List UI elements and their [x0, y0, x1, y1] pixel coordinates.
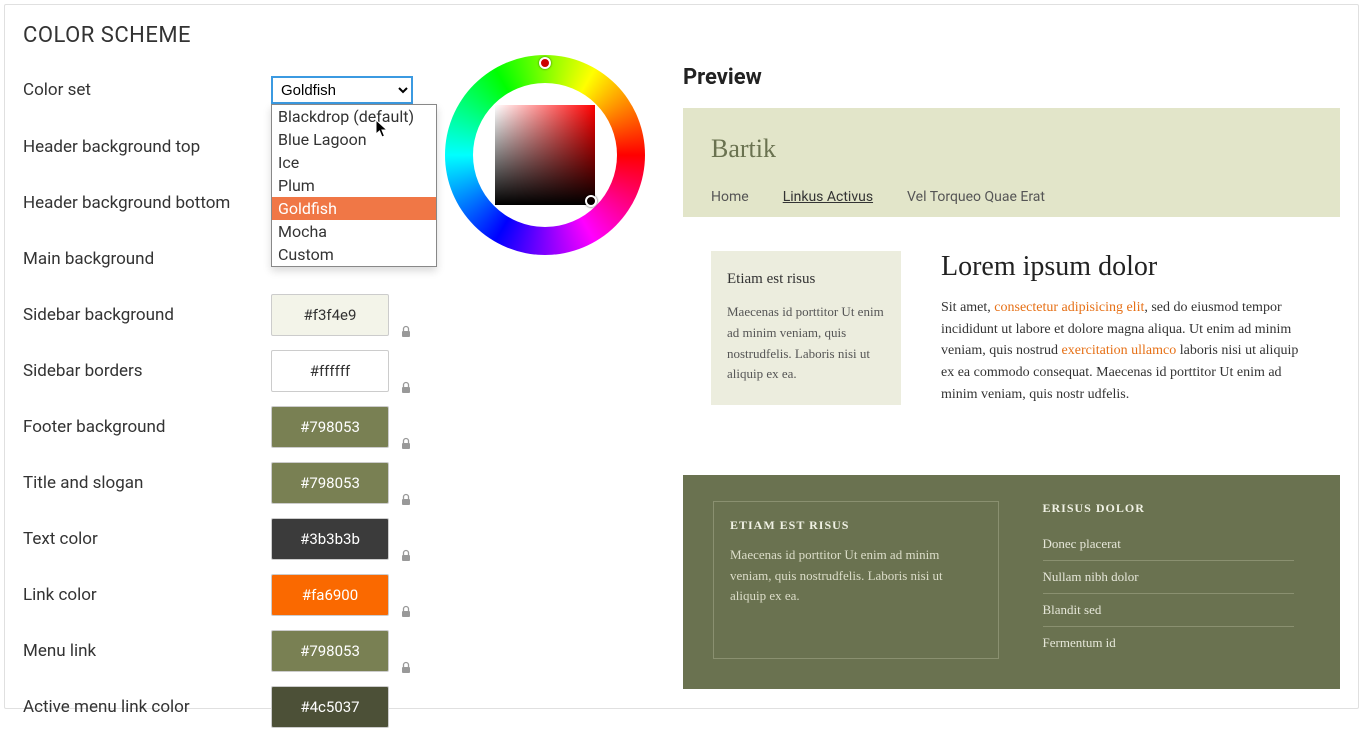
color-field-label: Sidebar borders — [23, 361, 271, 381]
color-swatch[interactable]: #ffffff — [271, 350, 389, 392]
lock-icon[interactable] — [399, 380, 413, 394]
preview-nav-item[interactable]: Vel Torqueo Quae Erat — [907, 189, 1045, 205]
color-set-label: Color set — [23, 80, 271, 100]
preview-heading: Preview — [683, 65, 1340, 90]
preview-link[interactable]: exercitation ullamco — [1062, 343, 1177, 358]
lock-icon[interactable] — [399, 324, 413, 338]
lock-icon[interactable] — [399, 548, 413, 562]
lock-icon[interactable] — [399, 660, 413, 674]
lock-icon[interactable] — [399, 604, 413, 618]
color-field-row: Text color#3b3b3b — [23, 515, 443, 563]
color-field-label: Active menu link color — [23, 697, 271, 717]
color-set-select[interactable]: Goldfish — [271, 76, 413, 104]
preview-nav-item[interactable]: Linkus Activus — [783, 189, 873, 205]
color-field-row: Sidebar background#f3f4e9 — [23, 291, 443, 339]
hue-handle[interactable] — [539, 57, 551, 69]
preview-sidebar-body: Maecenas id porttitor Ut enim ad minim v… — [727, 302, 885, 385]
color-field-row: Sidebar borders#ffffff — [23, 347, 443, 395]
preview-main: Etiam est risus Maecenas id porttitor Ut… — [683, 217, 1340, 439]
color-swatch[interactable]: #fa6900 — [271, 574, 389, 616]
saturation-value-square[interactable] — [495, 105, 595, 205]
preview-sidebar-title: Etiam est risus — [727, 271, 885, 288]
color-set-option[interactable]: Goldfish — [272, 197, 436, 220]
color-swatch[interactable]: #4c5037 — [271, 686, 389, 728]
color-set-dropdown-list[interactable]: Blackdrop (default)Blue LagoonIcePlumGol… — [271, 104, 437, 267]
color-field-row: Active menu link color#4c5037 — [23, 683, 443, 731]
sv-handle[interactable] — [585, 195, 597, 207]
color-set-option[interactable]: Ice — [272, 151, 436, 174]
content-text: Sit amet, — [941, 300, 994, 315]
color-field-label: Menu link — [23, 641, 271, 661]
left-column: Color set Goldfish Blackdrop (default)Bl… — [23, 73, 443, 739]
footer-list-item[interactable]: Blandit sed — [1043, 594, 1295, 627]
color-field-row: Footer background#798053 — [23, 403, 443, 451]
footer-left-body: Maecenas id porttitor Ut enim ad minim v… — [730, 545, 982, 605]
color-field-row: Link color#fa6900 — [23, 571, 443, 619]
color-wheel[interactable] — [445, 55, 645, 255]
preview-sidebar: Etiam est risus Maecenas id porttitor Ut… — [711, 251, 901, 405]
preview-content-title: Lorem ipsum dolor — [941, 251, 1312, 283]
color-swatch[interactable]: #798053 — [271, 406, 389, 448]
footer-list-item[interactable]: Fermentum id — [1043, 627, 1295, 659]
footer-block-right: ERISUS DOLOR Donec placeratNullam nibh d… — [1027, 501, 1311, 659]
preview-sitename: Bartik — [711, 134, 1312, 164]
color-set-option[interactable]: Plum — [272, 174, 436, 197]
preview-nav: Home Linkus Activus Vel Torqueo Quae Erat — [683, 178, 1340, 217]
preview-footer: ETIAM EST RISUS Maecenas id porttitor Ut… — [683, 475, 1340, 689]
preview-content-body: Sit amet, consectetur adipisicing elit, … — [941, 297, 1312, 405]
preview-content: Lorem ipsum dolor Sit amet, consectetur … — [941, 251, 1312, 405]
lock-icon[interactable] — [399, 492, 413, 506]
color-field-label: Header background bottom — [23, 193, 271, 213]
footer-left-title: ETIAM EST RISUS — [730, 518, 982, 533]
color-set-dropdown-wrap: Goldfish Blackdrop (default)Blue LagoonI… — [271, 76, 413, 104]
preview-header: Bartik — [683, 108, 1340, 178]
panel-title: COLOR SCHEME — [23, 23, 1340, 48]
color-set-option[interactable]: Blue Lagoon — [272, 128, 436, 151]
color-field-label: Sidebar background — [23, 305, 271, 325]
color-field-label: Header background top — [23, 137, 271, 157]
color-field-label: Link color — [23, 585, 271, 605]
color-picker[interactable] — [445, 55, 645, 255]
color-field-row: Title and slogan#798053 — [23, 459, 443, 507]
lock-icon[interactable] — [399, 436, 413, 450]
color-scheme-panel: COLOR SCHEME Color set Goldfish Blackdro… — [4, 4, 1359, 709]
color-swatch[interactable]: #f3f4e9 — [271, 294, 389, 336]
color-field-label: Main background — [23, 249, 271, 269]
footer-list-item[interactable]: Nullam nibh dolor — [1043, 561, 1295, 594]
footer-right-title: ERISUS DOLOR — [1043, 501, 1295, 516]
color-swatch[interactable]: #798053 — [271, 462, 389, 504]
footer-list: Donec placeratNullam nibh dolorBlandit s… — [1043, 528, 1295, 659]
color-swatch[interactable]: #3b3b3b — [271, 518, 389, 560]
preview-nav-item[interactable]: Home — [711, 189, 749, 205]
footer-block-left: ETIAM EST RISUS Maecenas id porttitor Ut… — [713, 501, 999, 659]
color-set-option[interactable]: Custom — [272, 243, 436, 266]
color-set-row: Color set Goldfish Blackdrop (default)Bl… — [23, 73, 443, 107]
color-field-label: Footer background — [23, 417, 271, 437]
preview-box: Bartik Home Linkus Activus Vel Torqueo Qua… — [683, 108, 1340, 439]
color-field-row: Menu link#798053 — [23, 627, 443, 675]
color-set-option[interactable]: Blackdrop (default) — [272, 105, 436, 128]
color-set-option[interactable]: Mocha — [272, 220, 436, 243]
color-field-label: Title and slogan — [23, 473, 271, 493]
preview-link[interactable]: consectetur adipisicing elit — [994, 300, 1144, 315]
color-swatch[interactable]: #798053 — [271, 630, 389, 672]
footer-list-item[interactable]: Donec placerat — [1043, 528, 1295, 561]
preview-column: Preview Bartik Home Linkus Activus Vel Tor… — [683, 65, 1340, 689]
color-field-label: Text color — [23, 529, 271, 549]
